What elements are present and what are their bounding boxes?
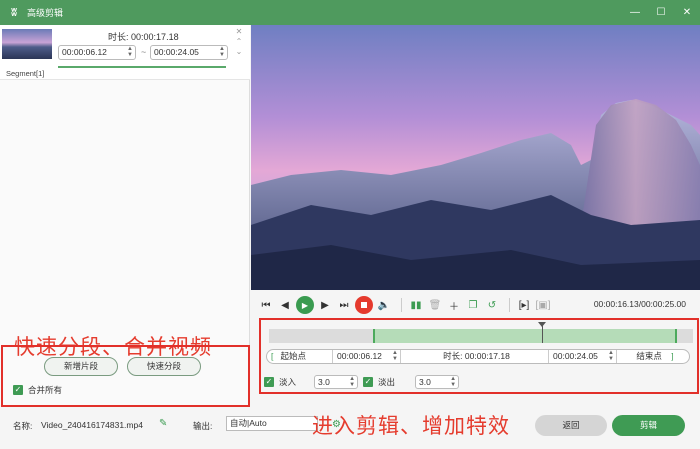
video-preview[interactable] <box>251 25 700 290</box>
duration-label: 时长: <box>443 351 463 361</box>
delete-segment-icon[interactable]: ✕ <box>234 27 244 37</box>
spinner-icon[interactable]: ▲ ▼ <box>219 46 225 58</box>
move-up-icon[interactable]: ⌃ <box>234 37 244 47</box>
skip-to-start-icon[interactable]: ⏮ <box>258 297 274 313</box>
fade-in-input[interactable]: 3.0 ▲ ▼ <box>314 375 359 389</box>
add-icon[interactable]: ＋ <box>446 297 462 313</box>
window-title: 高级剪辑 <box>27 8 64 18</box>
spinner-icon[interactable]: ▲ ▼ <box>450 376 456 388</box>
segment-start-value: 00:00:06.12 <box>62 47 107 57</box>
duration-value: 00:00:17.18 <box>464 351 510 361</box>
duration-display: 时长: 00:00:17.18 <box>401 350 549 363</box>
segment-thumbnail <box>2 29 52 59</box>
set-end-button[interactable]: 结束点 ] <box>617 350 689 363</box>
play-button-icon[interactable]: ▶ <box>296 296 314 314</box>
end-time-input[interactable]: 00:00:24.05 ▲ ▼ <box>549 350 617 363</box>
fade-in-label: 淡入 <box>279 377 297 387</box>
segment-start-input[interactable]: 00:00:06.12 ▲ ▼ <box>58 45 136 60</box>
title-bar: ʬ 高级剪辑 — ☐ ✕ <box>0 0 700 25</box>
snapshot-icon[interactable]: [▣] <box>535 297 551 313</box>
segment-end-input[interactable]: 00:00:24.05 ▲ ▼ <box>150 45 228 60</box>
split-merge-highlight <box>1 345 250 407</box>
merge-all-checkbox[interactable]: ✓ <box>13 385 23 395</box>
stop-button-icon[interactable] <box>355 296 373 314</box>
promo-edit-effects: 进入剪辑、增加特效 <box>312 415 510 438</box>
output-filename: Video_240416174831.mp4 <box>41 420 143 430</box>
app-window: ʬ 高级剪辑 — ☐ ✕ 时长: 00:00:17.18 00:00:06.12… <box>0 0 700 449</box>
split-icon[interactable]: ▮▮ <box>408 297 424 313</box>
name-label: 名称: <box>13 421 33 431</box>
end-time-value: 00:00:24.05 <box>553 351 598 361</box>
close-icon[interactable]: ✕ <box>680 5 694 19</box>
segment-controls: ✕ ⌃ ⌄ <box>234 27 244 57</box>
segment-name: Segment[1] <box>6 69 45 78</box>
range-editor: [ 起始点 00:00:06.12 ▲ ▼ 时长: 00:00:17.18 00:… <box>266 349 690 364</box>
back-button[interactable]: 返回 <box>535 415 607 436</box>
window-controls: — ☐ ✕ <box>628 5 694 19</box>
app-logo-icon: ʬ <box>11 6 17 19</box>
set-start-button[interactable]: [ 起始点 <box>267 350 333 363</box>
segment-card[interactable]: 时长: 00:00:17.18 00:00:06.12 ▲ ▼ ~ 00:00:2… <box>0 25 250 80</box>
segment-progress <box>58 66 226 68</box>
timeline-selection[interactable] <box>373 329 677 343</box>
spinner-icon[interactable]: ▲ ▼ <box>349 376 355 388</box>
fade-out-checkbox[interactable]: ✓ <box>363 377 374 387</box>
fade-in-value: 3.0 <box>318 377 330 387</box>
merge-all-option[interactable]: ✓ 合并所有 <box>13 384 62 396</box>
volume-icon[interactable]: 🔈 <box>376 297 392 313</box>
output-label: 输出: <box>193 421 213 431</box>
fade-settings: ✓ 淡入 3.0 ▲ ▼ ✓ 淡出 3.0 ▲ ▼ <box>264 375 460 389</box>
spinner-icon[interactable]: ▲ ▼ <box>608 350 614 362</box>
new-segment-button[interactable]: 新增片段 <box>44 357 118 376</box>
start-time-input[interactable]: 00:00:06.12 ▲ ▼ <box>333 350 401 363</box>
spinner-icon[interactable]: ▲ ▼ <box>127 46 133 58</box>
segment-duration: 时长: 00:00:17.18 <box>108 30 179 43</box>
video-frame <box>251 25 700 290</box>
start-point-label: 起始点 <box>280 351 306 361</box>
player-controls: ⏮ ◀ ▶ ▶ ⏭ 🔈 ▮▮ 🗑 ＋ ❐ ↺ [▸] [▣] 00:00:16.… <box>258 294 698 316</box>
start-time-value: 00:00:06.12 <box>337 351 382 361</box>
merge-all-label: 合并所有 <box>28 385 63 395</box>
output-select[interactable]: 自动|Auto <box>226 416 318 431</box>
undo-icon[interactable]: ↺ <box>484 297 500 313</box>
playback-timecode: 00:00:16.13/00:00:25.00 <box>593 299 686 309</box>
range-separator: ~ <box>141 47 147 57</box>
edit-highlight: [ 起始点 00:00:06.12 ▲ ▼ 时长: 00:00:17.18 00:… <box>259 318 699 394</box>
copy-icon[interactable]: ❐ <box>465 297 481 313</box>
divider <box>509 298 510 312</box>
maximize-icon[interactable]: ☐ <box>654 5 668 19</box>
bracket-left-icon: [ <box>271 351 274 361</box>
spinner-icon[interactable]: ▲ ▼ <box>392 350 398 362</box>
minimize-icon[interactable]: — <box>628 5 642 19</box>
clip-button[interactable]: 剪辑 <box>612 415 685 436</box>
playhead-cursor[interactable] <box>538 322 546 343</box>
edit-name-icon[interactable]: ✎ <box>159 418 167 429</box>
output-select-value: 自动|Auto <box>230 418 267 428</box>
timeline-track[interactable] <box>269 322 693 343</box>
segment-duration-value: 00:00:17.18 <box>131 32 179 42</box>
end-point-label: 结束点 <box>636 351 662 361</box>
segment-end-value: 00:00:24.05 <box>154 47 199 57</box>
next-frame-icon[interactable]: ▶ <box>317 297 333 313</box>
delete-icon[interactable]: 🗑 <box>427 297 443 313</box>
divider <box>401 298 402 312</box>
skip-to-end-icon[interactable]: ⏭ <box>336 297 352 313</box>
fade-in-checkbox[interactable]: ✓ <box>264 377 274 387</box>
quick-split-button[interactable]: 快速分段 <box>127 357 201 376</box>
bracket-right-icon: ] <box>671 351 674 361</box>
move-down-icon[interactable]: ⌄ <box>234 47 244 57</box>
segment-duration-label: 时长: <box>108 32 129 42</box>
jump-to-mark-icon[interactable]: [▸] <box>516 297 532 313</box>
previous-frame-icon[interactable]: ◀ <box>277 297 293 313</box>
fade-out-input[interactable]: 3.0 ▲ ▼ <box>415 375 460 389</box>
fade-out-value: 3.0 <box>419 377 431 387</box>
fade-out-label: 淡出 <box>378 377 396 387</box>
